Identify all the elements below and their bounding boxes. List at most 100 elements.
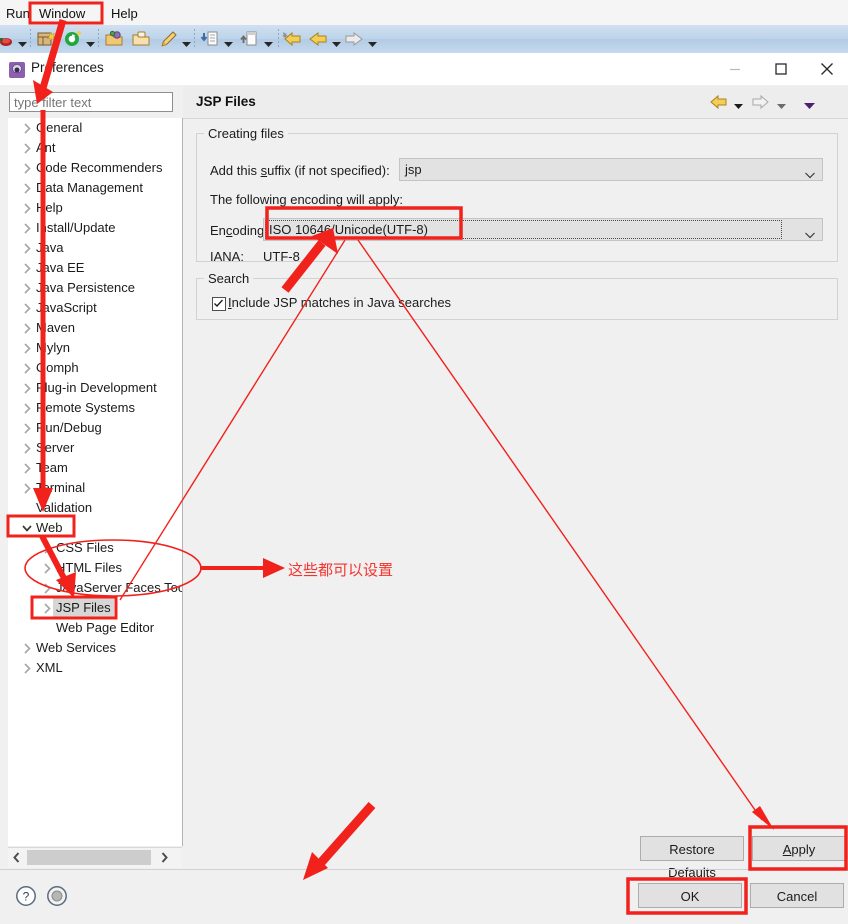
- ok-button[interactable]: OK: [638, 883, 742, 908]
- tree-item-team[interactable]: Team: [8, 458, 182, 478]
- chevron-right-icon[interactable]: [20, 398, 34, 418]
- chevron-right-icon[interactable]: [20, 198, 34, 218]
- chevron-down-icon[interactable]: [332, 36, 341, 47]
- chevron-right-icon[interactable]: [20, 358, 34, 378]
- export-icon[interactable]: [240, 29, 260, 49]
- chevron-right-icon[interactable]: [20, 318, 34, 338]
- toolbar-separator: [98, 29, 99, 48]
- menu-item-window[interactable]: Window: [33, 4, 91, 23]
- suffix-combo[interactable]: jsp: [399, 158, 823, 181]
- menu-item-help[interactable]: Help: [105, 4, 144, 23]
- scroll-right-icon[interactable]: [156, 848, 173, 867]
- debug-icon[interactable]: [0, 29, 18, 49]
- filter-input[interactable]: [9, 92, 173, 112]
- tree-item-mylyn[interactable]: Mylyn: [8, 338, 182, 358]
- edit-pencil-icon[interactable]: [158, 29, 178, 49]
- tree-item-code-recommenders[interactable]: Code Recommenders: [8, 158, 182, 178]
- chevron-right-icon[interactable]: [20, 418, 34, 438]
- chevron-down-icon[interactable]: [264, 36, 273, 47]
- chevron-right-icon[interactable]: [20, 438, 34, 458]
- tree-item-web[interactable]: Web: [8, 518, 182, 538]
- open-type-icon[interactable]: [104, 29, 124, 49]
- tree-item-label: CSS Files: [56, 540, 114, 555]
- back-history-icon[interactable]: [282, 29, 302, 49]
- chevron-right-icon[interactable]: [40, 578, 54, 598]
- chevron-right-icon[interactable]: [20, 658, 34, 678]
- tree-item-jsp-files[interactable]: JSP Files: [8, 598, 182, 618]
- minimize-icon[interactable]: [712, 53, 758, 85]
- chevron-down-icon[interactable]: [182, 36, 191, 47]
- tree-item-terminal[interactable]: Terminal: [8, 478, 182, 498]
- chevron-right-icon[interactable]: [20, 178, 34, 198]
- maximize-icon[interactable]: [758, 53, 804, 85]
- tree-item-general[interactable]: General: [8, 118, 182, 138]
- chevron-right-icon[interactable]: [20, 138, 34, 158]
- chevron-right-icon[interactable]: [20, 378, 34, 398]
- chevron-right-icon[interactable]: [20, 638, 34, 658]
- circle-icon[interactable]: [46, 885, 68, 907]
- tree-item-css-files[interactable]: CSS Files: [8, 538, 182, 558]
- include-jsp-matches-checkbox[interactable]: [212, 297, 226, 311]
- menu-item-run[interactable]: Run: [0, 4, 36, 23]
- chevron-right-icon[interactable]: [20, 118, 34, 138]
- chevron-right-icon[interactable]: [20, 458, 34, 478]
- forward-arrow-icon[interactable]: [344, 29, 364, 49]
- tree-item-maven[interactable]: Maven: [8, 318, 182, 338]
- help-question-icon[interactable]: ?: [15, 885, 37, 907]
- chevron-right-icon[interactable]: [40, 558, 54, 578]
- chevron-down-icon[interactable]: [224, 36, 233, 47]
- tree-item-help[interactable]: Help: [8, 198, 182, 218]
- back-arrow-icon[interactable]: [710, 94, 728, 113]
- chevron-down-icon[interactable]: [368, 36, 377, 47]
- chevron-right-icon[interactable]: [40, 538, 54, 558]
- chevron-right-icon[interactable]: [20, 298, 34, 318]
- chevron-right-icon[interactable]: [20, 258, 34, 278]
- preferences-tree[interactable]: General Ant Code Recommenders Data Manageme…: [8, 118, 183, 846]
- chevron-down-icon[interactable]: [20, 518, 34, 538]
- restore-defaults-button[interactable]: Restore Defaults: [640, 836, 744, 880]
- chevron-right-icon[interactable]: [20, 338, 34, 358]
- chevron-right-icon[interactable]: [20, 218, 34, 238]
- chevron-down-icon[interactable]: [777, 98, 786, 113]
- apply-button[interactable]: Apply: [752, 836, 846, 861]
- tree-item-validation[interactable]: Validation: [8, 498, 182, 518]
- close-icon[interactable]: [804, 53, 848, 85]
- import-icon[interactable]: [200, 29, 220, 49]
- tree-item-ant[interactable]: Ant: [8, 138, 182, 158]
- tree-item-xml[interactable]: XML: [8, 658, 182, 678]
- chevron-right-icon[interactable]: [40, 598, 54, 618]
- tree-item-java-ee[interactable]: Java EE: [8, 258, 182, 278]
- tree-horizontal-scrollbar[interactable]: [8, 847, 182, 868]
- tree-item-oomph[interactable]: Oomph: [8, 358, 182, 378]
- tree-item-web-page-editor[interactable]: Web Page Editor: [8, 618, 182, 638]
- tree-item-javascript[interactable]: JavaScript: [8, 298, 182, 318]
- tree-item-java-persistence[interactable]: Java Persistence: [8, 278, 182, 298]
- chevron-right-icon[interactable]: [20, 478, 34, 498]
- chevron-right-icon[interactable]: [20, 238, 34, 258]
- chevron-down-icon[interactable]: [18, 36, 27, 47]
- encoding-combo[interactable]: ISO 10646/Unicode(UTF-8): [263, 218, 823, 241]
- scroll-left-icon[interactable]: [8, 848, 25, 867]
- tree-item-javaserver-faces-too[interactable]: JavaServer Faces Too: [8, 578, 182, 598]
- view-menu-icon[interactable]: [804, 98, 815, 113]
- tree-item-run-debug[interactable]: Run/Debug: [8, 418, 182, 438]
- cancel-button[interactable]: Cancel: [750, 883, 844, 908]
- chevron-down-icon[interactable]: [734, 98, 743, 113]
- new-wizard-icon[interactable]: [36, 29, 56, 49]
- scrollbar-thumb[interactable]: [27, 850, 151, 865]
- open-resource-icon[interactable]: [131, 29, 151, 49]
- chevron-right-icon[interactable]: [20, 158, 34, 178]
- chevron-down-icon[interactable]: [86, 36, 95, 47]
- tree-item-install-update[interactable]: Install/Update: [8, 218, 182, 238]
- back-arrow-icon[interactable]: [308, 29, 328, 49]
- tree-item-web-services[interactable]: Web Services: [8, 638, 182, 658]
- tree-item-plug-in-development[interactable]: Plug-in Development: [8, 378, 182, 398]
- tree-item-server[interactable]: Server: [8, 438, 182, 458]
- forward-arrow-icon[interactable]: [751, 94, 769, 113]
- chevron-right-icon[interactable]: [20, 278, 34, 298]
- tree-item-html-files[interactable]: HTML Files: [8, 558, 182, 578]
- tree-item-java[interactable]: Java: [8, 238, 182, 258]
- tree-item-data-management[interactable]: Data Management: [8, 178, 182, 198]
- run-icon[interactable]: [63, 29, 83, 49]
- tree-item-remote-systems[interactable]: Remote Systems: [8, 398, 182, 418]
